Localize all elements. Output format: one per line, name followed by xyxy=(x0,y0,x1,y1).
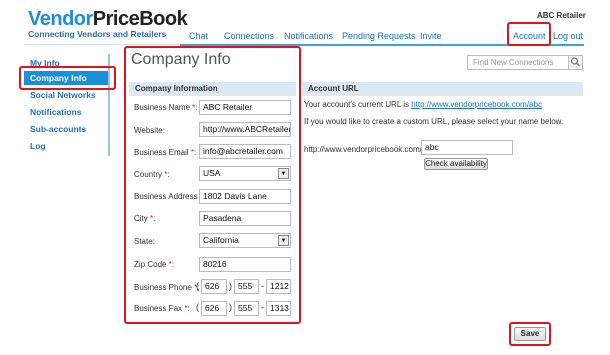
search-icon[interactable] xyxy=(568,56,582,69)
nav-logout[interactable]: Log out xyxy=(553,31,583,41)
nav-pending-requests[interactable]: Pending Requests xyxy=(342,31,416,41)
sidebar-item-log[interactable]: Log xyxy=(24,139,108,153)
highlight-account xyxy=(507,22,551,46)
account-url-header: Account URL xyxy=(302,82,583,96)
check-availability-button[interactable]: Check availability xyxy=(424,158,488,170)
sidebar-item-notifications[interactable]: Notifications xyxy=(24,105,108,119)
logo-vendor-text: Vendor xyxy=(28,8,93,30)
search-placeholder: Find New Connections xyxy=(473,58,554,67)
current-user-name: ABC Retailer xyxy=(537,11,586,20)
base-url-label: http://www.vendorpricebook.com/ xyxy=(304,145,422,154)
nav-connections[interactable]: Connections xyxy=(224,31,274,41)
site-tagline: Connecting Vendors and Retailers xyxy=(28,29,167,39)
nav-invite[interactable]: Invite xyxy=(420,31,442,41)
site-logo[interactable]: VendorPriceBook xyxy=(28,8,188,30)
highlight-save xyxy=(509,322,551,346)
current-url-text: Your account's current URL is http://www… xyxy=(304,100,542,109)
nav-chat[interactable]: Chat xyxy=(189,31,208,41)
nav-notifications[interactable]: Notifications xyxy=(284,31,333,41)
highlight-company-info xyxy=(19,66,116,90)
highlight-company-info-panel xyxy=(124,46,301,324)
connections-search[interactable]: Find New Connections xyxy=(467,55,583,70)
sidebar-item-sub-accounts[interactable]: Sub-accounts xyxy=(24,122,108,136)
custom-url-instructions: If you would like to create a custom URL… xyxy=(304,117,564,126)
logo-pricebook-text: PriceBook xyxy=(92,8,188,30)
current-url-link[interactable]: http://www.vendorpricebook.com/abc xyxy=(411,100,542,109)
sidebar-item-social-networks[interactable]: Social Networks xyxy=(24,88,108,102)
custom-url-input[interactable]: abc xyxy=(421,140,513,155)
